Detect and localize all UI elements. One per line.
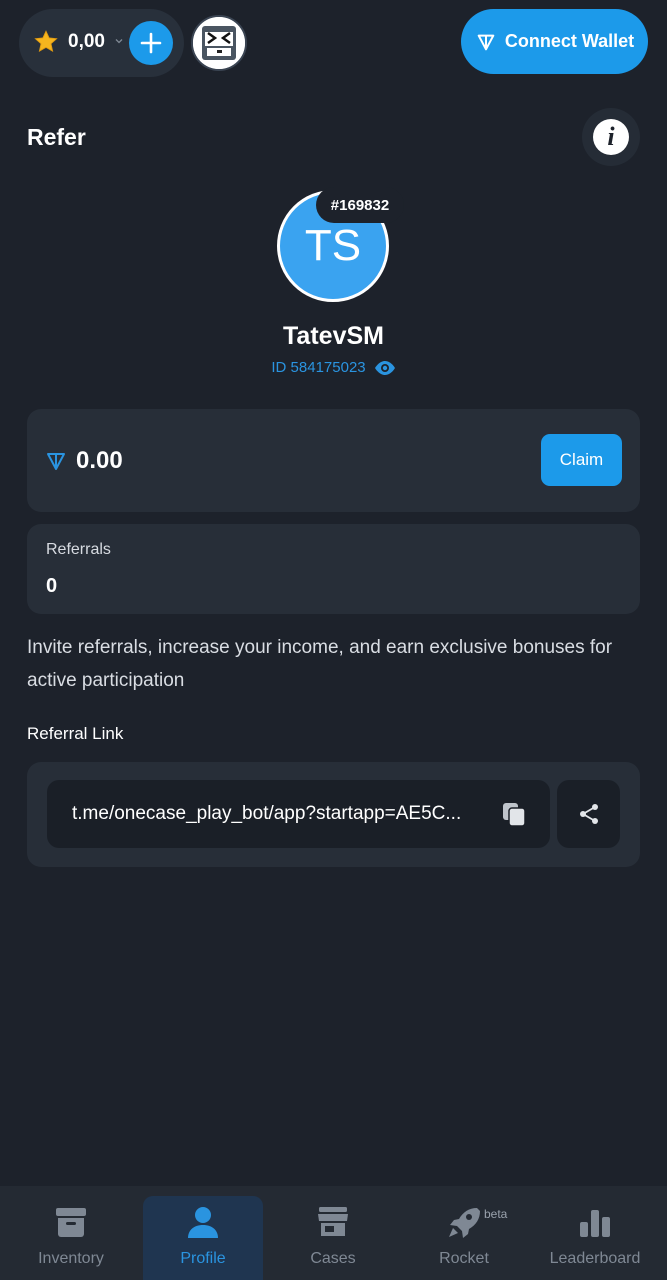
balance-pill[interactable]: 0,00 <box>19 9 184 77</box>
nav-label-leaderboard: Leaderboard <box>549 1250 641 1267</box>
claim-button[interactable]: Claim <box>541 434 622 486</box>
user-icon <box>188 1207 218 1238</box>
ton-icon <box>47 453 65 470</box>
add-balance-button[interactable] <box>129 21 173 65</box>
nav-item-profile[interactable]: Profile <box>143 1196 263 1280</box>
chevron-down-icon[interactable] <box>114 36 124 46</box>
referrals-card: Referrals 0 <box>27 524 640 614</box>
page-title: Refer <box>27 124 86 150</box>
user-id-row: ID 584175023 <box>0 359 667 376</box>
ton-balance-card: 0.00 Claim <box>27 409 640 512</box>
bottom-nav: Inventory Profile Cases Rocket beta Lead… <box>0 1186 667 1280</box>
copy-icon[interactable] <box>501 801 527 827</box>
archive-box-icon <box>56 1208 86 1237</box>
avatar <box>193 17 245 69</box>
nav-label-profile: Profile <box>180 1250 226 1267</box>
referral-link-card: t.me/onecase_play_bot/app?startapp=AE5C.… <box>27 762 640 867</box>
star-icon <box>34 30 58 52</box>
referral-link-text: t.me/onecase_play_bot/app?startapp=AE5C.… <box>72 803 462 824</box>
referrals-label: Referrals <box>46 541 111 558</box>
nav-label-rocket: Rocket <box>439 1250 489 1267</box>
referrals-count: 0 <box>46 575 58 597</box>
info-icon: i <box>593 119 629 155</box>
beta-badge: beta <box>484 1207 508 1221</box>
plus-icon <box>140 32 162 54</box>
info-button[interactable]: i <box>582 108 640 166</box>
share-button[interactable] <box>557 780 620 848</box>
balance-value: 0,00 <box>68 31 105 52</box>
username: TatevSM <box>283 322 384 350</box>
connect-wallet-button[interactable]: Connect Wallet <box>461 9 648 74</box>
store-icon <box>318 1207 348 1236</box>
nav-item-rocket[interactable]: Rocket beta <box>404 1196 524 1280</box>
connect-wallet-label: Connect Wallet <box>504 31 635 51</box>
bar-chart-icon <box>580 1210 610 1237</box>
rocket-icon <box>449 1208 480 1238</box>
referral-description: Invite referrals, increase your income, … <box>27 637 613 691</box>
user-avatar-button[interactable] <box>191 15 247 71</box>
eye-icon[interactable] <box>374 360 396 376</box>
top-bar: 0,00 Connect Wallet <box>0 0 667 88</box>
nav-item-inventory[interactable]: Inventory <box>11 1196 131 1280</box>
share-icon <box>579 804 598 824</box>
ton-balance-value: 0.00 <box>76 447 123 474</box>
nav-item-leaderboard[interactable]: Leaderboard <box>535 1196 655 1280</box>
user-id: ID 584175023 <box>271 359 366 376</box>
referral-link-field[interactable]: t.me/onecase_play_bot/app?startapp=AE5C.… <box>47 780 550 848</box>
nav-item-cases[interactable]: Cases <box>273 1196 393 1280</box>
referral-link-label: Referral Link <box>27 724 124 743</box>
nav-label-inventory: Inventory <box>38 1250 104 1267</box>
rank-badge: #169832 <box>316 187 404 223</box>
nav-label-cases: Cases <box>310 1250 356 1267</box>
ton-icon <box>477 34 495 50</box>
